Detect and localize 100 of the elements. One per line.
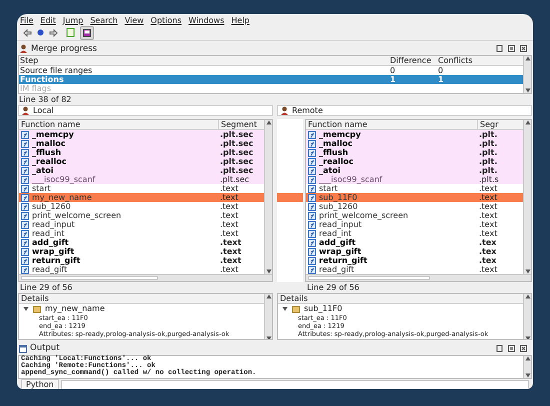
menu-item[interactable]: File	[20, 16, 34, 26]
function-name: sub_1260	[318, 202, 359, 212]
column-header[interactable]: Function name	[19, 120, 218, 130]
vertical-scrollbar[interactable]	[523, 56, 531, 94]
function-row[interactable]: _fflush .plt.sec	[19, 148, 264, 158]
function-row[interactable]: _malloc .plt.sec	[19, 139, 264, 148]
menu-item[interactable]: View	[124, 16, 144, 26]
segment-name: .plt.sec	[219, 157, 254, 166]
vertical-scrollbar[interactable]	[264, 294, 272, 340]
function-name: my_new_name	[31, 193, 93, 202]
menu-item[interactable]: Search	[90, 16, 118, 26]
vertical-scrollbar[interactable]	[264, 120, 272, 274]
step-cell-text: Functions	[19, 75, 65, 84]
segment-name: .text	[219, 193, 240, 202]
segment-name: .plt.	[478, 157, 498, 166]
column-header[interactable]: Difference	[390, 56, 438, 66]
column-header[interactable]: Function name	[306, 120, 477, 130]
scroll-down-icon[interactable]	[524, 336, 530, 340]
avatar-icon	[19, 44, 28, 54]
column-header[interactable]: Conflicts	[438, 56, 523, 66]
document-icon[interactable]	[66, 28, 75, 37]
function-name: read_input	[318, 220, 363, 230]
scroll-down-icon[interactable]	[524, 373, 530, 378]
folder-icon	[292, 305, 300, 314]
function-row[interactable]: ___isoc99_scanf .plt.sec	[19, 175, 264, 184]
function-row[interactable]: _memcpy .plt.sec	[19, 130, 264, 140]
scroll-down-icon[interactable]	[266, 336, 272, 340]
function-name: add_gift	[318, 238, 357, 248]
scroll-down-icon[interactable]	[524, 88, 530, 94]
circle-icon[interactable]	[37, 29, 44, 36]
menu-item[interactable]: Options	[150, 16, 182, 26]
function-name: read_input	[31, 220, 76, 230]
menu-item[interactable]: Help	[231, 16, 250, 26]
menu-item[interactable]: Windows	[188, 16, 224, 26]
segment-name: .text	[219, 265, 240, 274]
step-row[interactable]: Functions 1 1	[19, 75, 523, 84]
function-row[interactable]: ___isoc99_scanf .plt.s	[306, 175, 523, 184]
vertical-scrollbar[interactable]	[523, 356, 531, 378]
expanded-caret-icon[interactable]	[282, 306, 288, 312]
step-cell-text: Source file ranges	[19, 66, 94, 76]
segment-name: .plt.	[478, 130, 498, 140]
step-cell-text: 0	[438, 66, 444, 76]
function-row[interactable]: _fflush .plt.	[306, 148, 523, 158]
segment-name: .plt.	[478, 139, 498, 148]
function-name: sub_11F0	[318, 193, 358, 202]
segment-name: .text	[478, 193, 498, 202]
segment-name: .plt.	[478, 148, 498, 158]
expanded-caret-icon[interactable]	[23, 306, 29, 312]
restore-icon[interactable]	[496, 45, 503, 52]
vertical-scrollbar[interactable]	[523, 120, 531, 274]
horizontal-scrollbar[interactable]	[19, 274, 272, 282]
function-row[interactable]: my_new_name .text	[19, 193, 264, 202]
segment-name: .plt.sec	[219, 166, 254, 176]
function-row[interactable]: _realloc .plt.	[306, 157, 523, 166]
segment-name: .text	[219, 238, 242, 248]
vertical-scrollbar[interactable]	[523, 294, 531, 340]
function-row[interactable]: _atoi .plt.	[306, 166, 523, 176]
pane-title: Output	[30, 342, 61, 354]
scroll-up-icon[interactable]	[524, 356, 530, 361]
horizontal-scrollbar[interactable]	[306, 274, 531, 282]
segment-name: .text	[478, 211, 498, 220]
step-row[interactable]: Source file ranges 0 0	[19, 66, 523, 76]
column-header[interactable]: Step	[19, 56, 390, 66]
folder-icon	[33, 305, 41, 314]
restore-icon[interactable]	[496, 345, 503, 352]
toggle-button[interactable]	[80, 26, 94, 40]
function-name: _memcpy	[31, 130, 75, 140]
float-icon[interactable]	[508, 45, 515, 52]
function-row[interactable]: _realloc .plt.sec	[19, 157, 264, 166]
forward-arrow-icon[interactable]	[49, 28, 58, 36]
avatar-icon	[21, 106, 30, 116]
details-item[interactable]: sub_11F0	[304, 304, 342, 314]
scroll-up-icon[interactable]	[524, 294, 530, 300]
function-name: _realloc	[318, 157, 354, 166]
segment-name: .text	[219, 220, 240, 230]
segment-name: .text	[478, 265, 498, 274]
function-row[interactable]: _atoi .plt.sec	[19, 166, 264, 176]
pane-title: Merge progress	[31, 42, 98, 56]
segment-name: .text	[219, 229, 240, 238]
menu-item[interactable]: Edit	[40, 16, 56, 26]
segment-name: .text	[478, 229, 498, 238]
function-name: wrap_gift	[31, 247, 76, 256]
function-name: return_gift	[31, 256, 82, 266]
details-item[interactable]: my_new_name	[45, 304, 105, 314]
scroll-up-icon[interactable]	[524, 56, 530, 62]
scroll-up-icon[interactable]	[524, 120, 530, 126]
scroll-up-icon[interactable]	[266, 294, 272, 300]
close-icon[interactable]	[520, 45, 527, 52]
scroll-up-icon[interactable]	[266, 120, 272, 126]
function-row[interactable]: _malloc .plt.	[306, 139, 523, 148]
function-row[interactable]: _memcpy .plt.	[306, 130, 523, 140]
command-input-field[interactable]	[60, 380, 529, 389]
function-name: _malloc	[318, 139, 354, 148]
console-tab[interactable]: Python	[21, 379, 59, 389]
close-icon[interactable]	[520, 345, 527, 352]
function-name: ___isoc99_scanf	[31, 175, 96, 184]
menu-item[interactable]: Jump	[62, 16, 84, 26]
back-arrow-icon[interactable]	[23, 28, 32, 36]
function-row[interactable]: sub_11F0 .text	[306, 193, 523, 202]
float-icon[interactable]	[508, 345, 515, 352]
